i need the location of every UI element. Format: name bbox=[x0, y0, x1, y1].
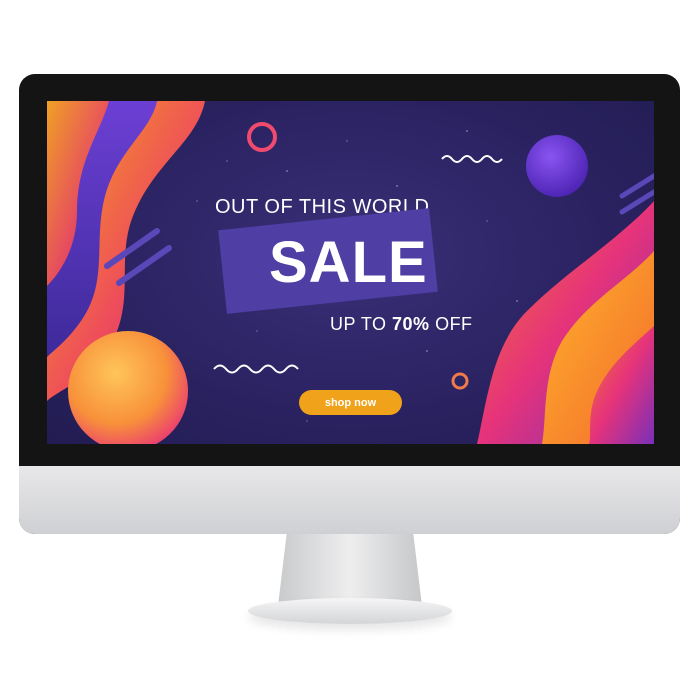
discount-value: 70% bbox=[392, 314, 430, 334]
monitor-chin bbox=[19, 466, 680, 534]
monitor-stand-base bbox=[248, 598, 452, 624]
screen: OUT OF THIS WORLD SALE UP TO 70% OFF sho… bbox=[47, 101, 654, 444]
pink-ring bbox=[247, 122, 277, 152]
discount-line: UP TO 70% OFF bbox=[330, 314, 473, 335]
discount-suffix: OFF bbox=[429, 314, 473, 334]
purple-planet bbox=[526, 135, 588, 197]
monitor-stand-neck bbox=[278, 534, 422, 606]
shop-now-button[interactable]: shop now bbox=[299, 390, 402, 415]
squiggle-top bbox=[441, 155, 503, 163]
squiggle-bottom bbox=[213, 364, 299, 374]
sale-title: SALE bbox=[269, 230, 428, 295]
small-ring bbox=[451, 372, 469, 390]
discount-prefix: UP TO bbox=[330, 314, 393, 334]
